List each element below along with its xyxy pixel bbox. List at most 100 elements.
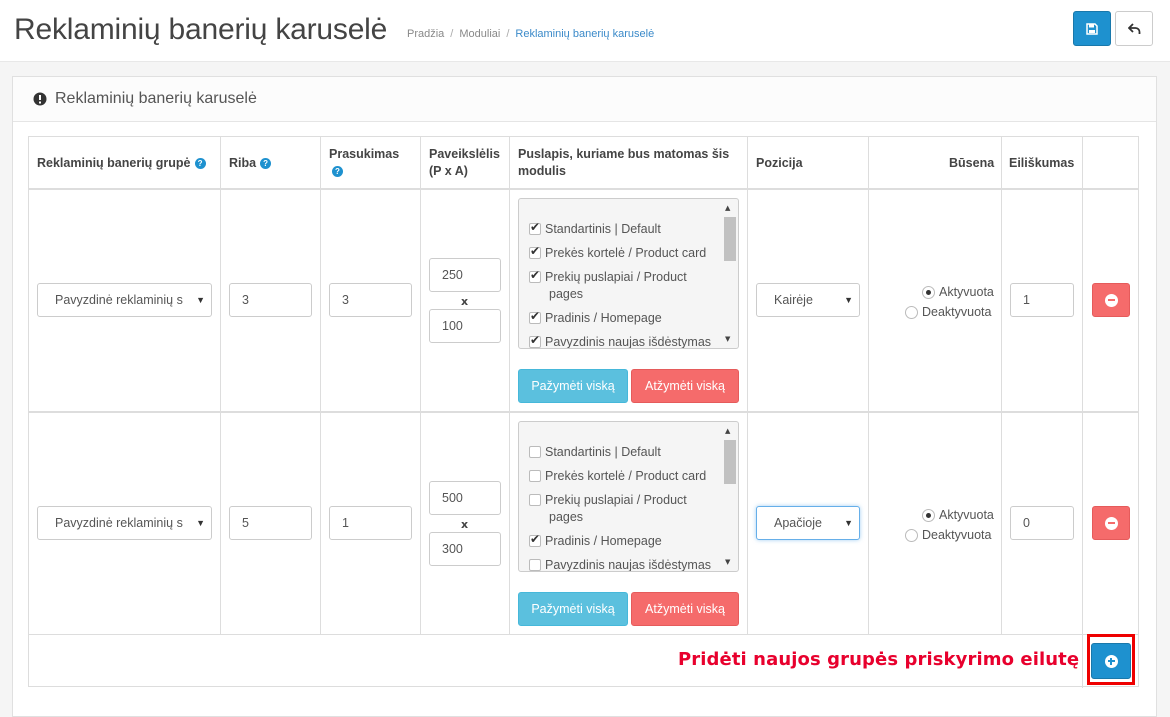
- checkbox[interactable]: [529, 534, 541, 547]
- order-input[interactable]: 1: [1010, 283, 1074, 317]
- scrollbar-thumb[interactable]: [724, 440, 736, 484]
- checkbox[interactable]: [529, 270, 541, 283]
- page-checkbox-label: Pradinis / Homepage: [545, 534, 662, 548]
- scroll-up-icon[interactable]: ▲: [725, 204, 730, 212]
- page-checkbox-label-line1: Prekių puslapiai / Product: [545, 493, 687, 507]
- checkbox[interactable]: [529, 470, 541, 482]
- page-header: Reklaminių banerių karuselė Pradžia / Mo…: [0, 0, 1170, 62]
- remove-row-button[interactable]: [1092, 283, 1130, 317]
- header-scroll: Prasukimas?: [329, 146, 399, 180]
- scroll-input[interactable]: 3: [329, 283, 412, 317]
- scrollbar[interactable]: ▲ ▼: [722, 424, 736, 569]
- page-checkbox-label-line2: pages: [549, 510, 584, 524]
- checkbox[interactable]: [529, 222, 541, 235]
- header-page-line1: Puslapis, kuriame bus matomas šis: [518, 147, 730, 161]
- caret-down-icon: ▼: [844, 295, 853, 305]
- limit-input[interactable]: 5: [229, 506, 312, 540]
- group-select[interactable]: Pavyzdinė reklaminių s ▼: [37, 283, 212, 317]
- page-checkbox-label: Prekių puslapiai / Product pages: [545, 269, 687, 303]
- checkbox[interactable]: [529, 311, 541, 324]
- save-icon: [1086, 22, 1098, 35]
- header-image: Paveikslėlis (P x A): [429, 146, 500, 180]
- checkbox[interactable]: [529, 246, 541, 259]
- breadcrumb-modules[interactable]: Moduliai: [459, 28, 500, 40]
- scrollbar-thumb[interactable]: [724, 217, 736, 261]
- select-all-button[interactable]: Pažymėti viską: [518, 369, 628, 403]
- height-input[interactable]: 300: [429, 532, 501, 566]
- checkbox[interactable]: [529, 446, 541, 458]
- header-order: Eiliškumas: [1009, 156, 1075, 170]
- radio-button[interactable]: [922, 508, 935, 522]
- back-button[interactable]: [1115, 11, 1153, 46]
- pages-checklist[interactable]: Standartinis | Default Prekės kortelė / …: [518, 198, 739, 349]
- dimension-separator: x: [461, 295, 469, 308]
- panel-heading: Reklaminių banerių karuselė: [13, 77, 1156, 122]
- page-checkbox-label: Pradinis / Homepage: [545, 311, 662, 325]
- header-page-line2: modulis: [518, 164, 566, 178]
- scroll-up-icon[interactable]: ▲: [725, 427, 730, 435]
- remove-row-button[interactable]: [1092, 506, 1130, 540]
- position-select-value: Kairėje: [774, 293, 813, 307]
- page-checkbox-label: Pavyzdinis naujas išdėstymas: [545, 335, 712, 349]
- page-checkbox-item[interactable]: Standartinis | Default: [529, 444, 661, 461]
- help-icon[interactable]: ?: [260, 158, 272, 169]
- page-checkbox-item[interactable]: Prekių puslapiai / Product pages: [529, 492, 687, 526]
- radio-label: Aktyvuota: [939, 285, 994, 299]
- save-button[interactable]: [1073, 11, 1111, 46]
- radio-button[interactable]: [905, 528, 918, 542]
- position-select[interactable]: Apačioje ▼: [756, 506, 860, 540]
- group-select-value: Pavyzdinė reklaminių s: [55, 293, 183, 307]
- page-checkbox-item[interactable]: Pradinis / Homepage: [529, 310, 662, 327]
- limit-input[interactable]: 3: [229, 283, 312, 317]
- order-input[interactable]: 0: [1010, 506, 1074, 540]
- width-input[interactable]: 500: [429, 481, 501, 515]
- header-scroll-label: Prasukimas: [329, 147, 400, 161]
- breadcrumb-current[interactable]: Reklaminių banerių karuselė: [515, 28, 654, 40]
- header-group-label: Reklaminių banerių grupė: [37, 156, 191, 170]
- page-checkbox-item[interactable]: Standartinis | Default: [529, 221, 661, 238]
- minus-circle-icon: [1104, 516, 1118, 530]
- add-row-button[interactable]: [1091, 643, 1131, 679]
- page-checkbox-item[interactable]: Pavyzdinis naujas išdėstymas: [529, 557, 711, 571]
- status-inactive-radio[interactable]: Deaktyvuota: [905, 305, 991, 319]
- help-icon[interactable]: ?: [332, 166, 343, 177]
- width-input[interactable]: 250: [429, 258, 501, 292]
- header-position: Pozicija: [756, 156, 803, 170]
- page-checkbox-item[interactable]: Prekės kortelė / Product card: [529, 468, 706, 485]
- panel-heading-text: Reklaminių banerių karuselė: [55, 90, 257, 107]
- page-checkbox-item[interactable]: Pavyzdinis naujas išdėstymas: [529, 334, 712, 349]
- scroll-down-icon[interactable]: ▼: [725, 335, 730, 343]
- header-status: Būsena: [949, 156, 995, 170]
- page-checkbox-item[interactable]: Pradinis / Homepage: [529, 533, 662, 550]
- group-select-value: Pavyzdinė reklaminių s: [55, 516, 183, 530]
- select-all-button[interactable]: Pažymėti viską: [518, 592, 628, 626]
- pages-checklist[interactable]: Standartinis | Default Prekės kortelė / …: [518, 421, 739, 572]
- page-checkbox-item[interactable]: Prekių puslapiai / Product pages: [529, 269, 687, 303]
- radio-button[interactable]: [905, 305, 918, 319]
- help-icon[interactable]: ?: [194, 158, 206, 169]
- header-page: Puslapis, kuriame bus matomas šis modulis: [518, 146, 729, 180]
- height-input[interactable]: 100: [429, 309, 501, 343]
- checkbox[interactable]: [529, 335, 541, 348]
- scrollbar[interactable]: ▲ ▼: [722, 201, 736, 346]
- scroll-down-icon[interactable]: ▼: [725, 558, 730, 566]
- status-active-radio[interactable]: Aktyvuota: [922, 508, 994, 522]
- position-select-value: Apačioje: [774, 516, 822, 530]
- page-checkbox-label-line1: Prekių puslapiai / Product: [545, 270, 687, 284]
- page-checkbox-label: Prekės kortelė / Product card: [545, 469, 707, 483]
- status-active-radio[interactable]: Aktyvuota: [922, 285, 994, 299]
- unselect-all-button[interactable]: Atžymėti viską: [631, 369, 739, 403]
- scroll-input[interactable]: 1: [329, 506, 412, 540]
- position-select[interactable]: Kairėje ▼: [756, 283, 860, 317]
- unselect-all-button[interactable]: Atžymėti viską: [631, 592, 739, 626]
- breadcrumb-home[interactable]: Pradžia: [407, 28, 444, 40]
- page-title: Reklaminių banerių karuselė: [14, 13, 388, 46]
- header-image-line1: Paveikslėlis: [429, 147, 500, 161]
- group-select[interactable]: Pavyzdinė reklaminių s ▼: [37, 506, 212, 540]
- status-inactive-radio[interactable]: Deaktyvuota: [905, 528, 991, 542]
- page-checkbox-item[interactable]: Prekės kortelė / Product card: [529, 245, 706, 262]
- radio-button[interactable]: [922, 285, 935, 299]
- checkbox[interactable]: [529, 494, 541, 506]
- checkbox[interactable]: [529, 559, 541, 571]
- page-checkbox-label-line2: pages: [549, 287, 584, 301]
